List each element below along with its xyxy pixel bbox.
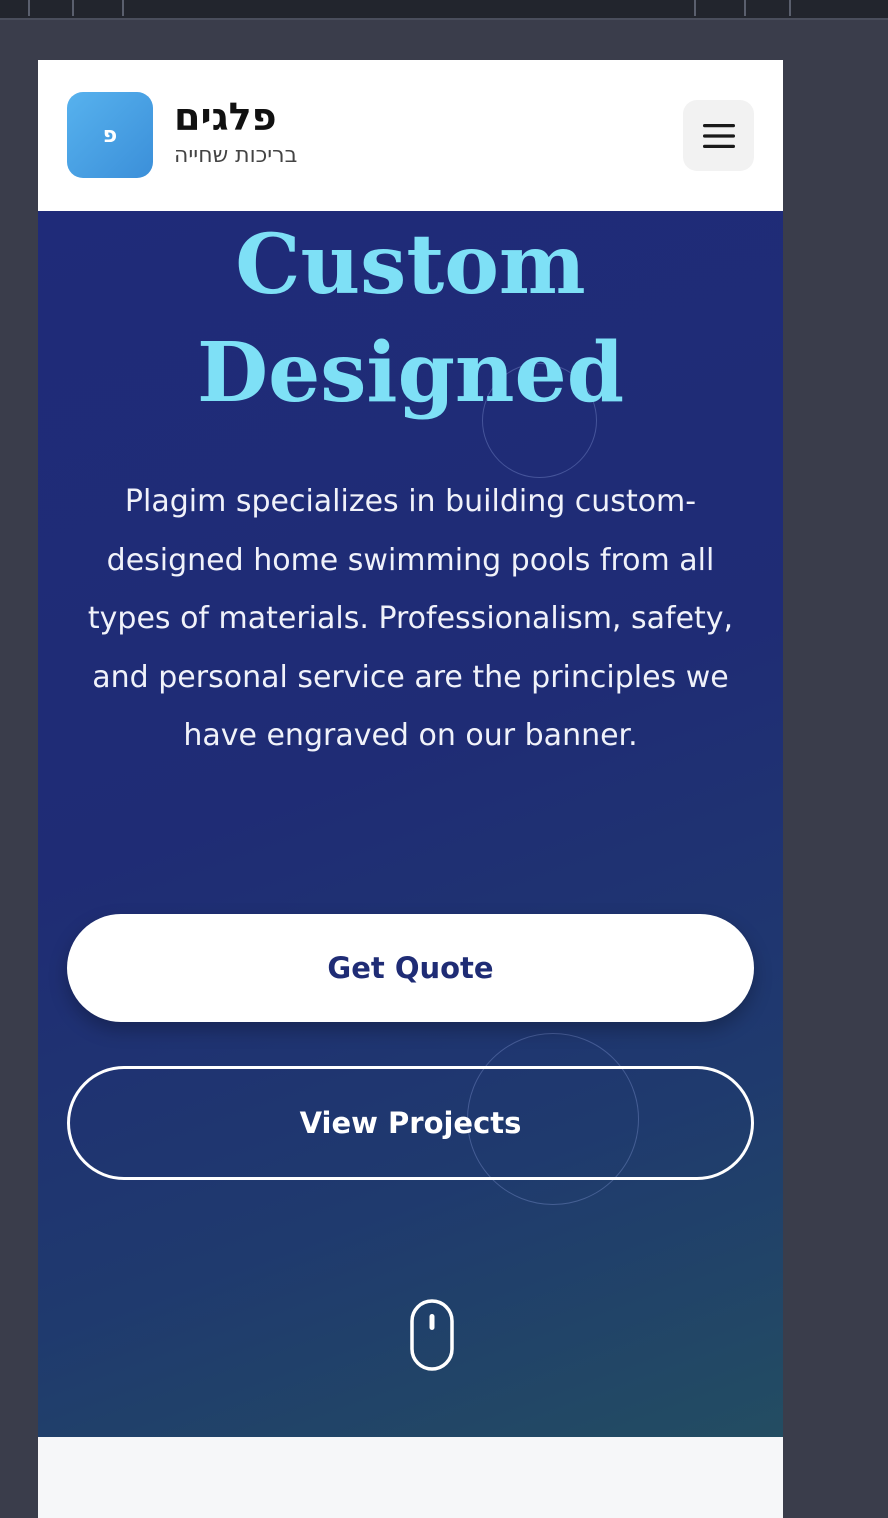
hero-title-line2: Designed [196,325,625,421]
hero-description: Plagim specializes in building custom-de… [87,484,734,754]
ruler-tick [744,0,746,16]
devtools-top-bar [0,0,888,20]
hamburger-menu-icon [702,123,735,148]
ruler-tick [28,0,30,16]
ruler-tick [122,0,124,16]
brand-name[interactable]: פלגים [174,94,334,140]
view-projects-button[interactable]: View Projects [67,1066,754,1180]
hero-section: Custom Designed Plagim specializes in bu… [38,211,783,1437]
logo-letter: פ [102,122,118,148]
site-header: פ פלגים בריכות שחייה [38,60,783,211]
ruler-tick [72,0,74,16]
mouse-scroll-icon [410,1299,454,1371]
ruler-tick [694,0,696,16]
ruler-tick [789,0,791,16]
get-quote-button[interactable]: Get Quote [67,914,754,1022]
brand-tagline: בריכות שחייה [174,143,298,168]
hero-title-line1: Custom [235,217,586,313]
menu-button[interactable] [683,100,754,171]
hero-title: Custom Designed [38,211,783,427]
mobile-viewport: פ פלגים בריכות שחייה Custom Designed Pla… [38,60,783,1518]
logo[interactable]: פ [67,92,153,178]
scroll-down-indicator[interactable] [410,1299,454,1371]
brand-block: פלגים בריכות שחייה [174,94,334,170]
